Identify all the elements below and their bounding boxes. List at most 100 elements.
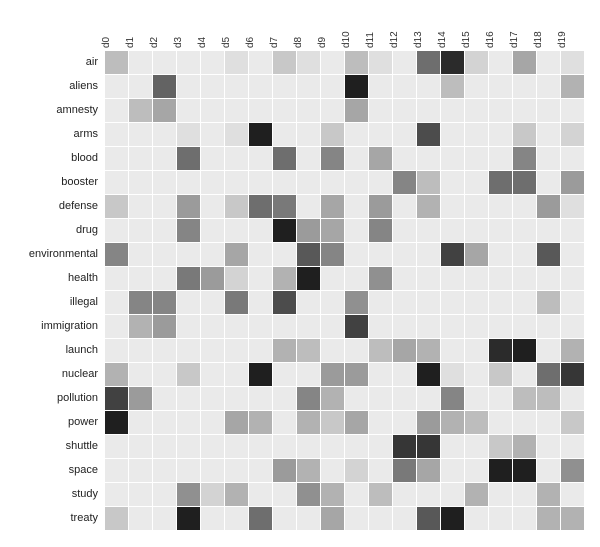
row-label: illegal	[10, 296, 104, 308]
column-label: d17	[509, 31, 520, 48]
heatmap-cell	[273, 363, 296, 386]
heatmap-cell	[153, 483, 176, 506]
heatmap-cell	[465, 171, 488, 194]
heatmap-cell	[441, 411, 464, 434]
heatmap-cell	[297, 147, 320, 170]
heatmap-cell	[273, 411, 296, 434]
heatmap-cell	[297, 387, 320, 410]
heatmap-row: defense	[10, 194, 590, 218]
heatmap-cell	[153, 75, 176, 98]
row-label: study	[10, 488, 104, 500]
heatmap-row: shuttle	[10, 434, 590, 458]
heatmap-row: power	[10, 410, 590, 434]
heatmap-cell	[513, 483, 536, 506]
heatmap-cell	[489, 315, 512, 338]
heatmap-cell	[129, 363, 152, 386]
heatmap-cell	[513, 195, 536, 218]
heatmap-cell	[489, 99, 512, 122]
heatmap-cell	[345, 243, 368, 266]
heatmap-cell	[465, 99, 488, 122]
heatmap-cell	[321, 147, 344, 170]
column-header: d19	[556, 10, 580, 50]
heatmap-cell	[513, 123, 536, 146]
heatmap-cell	[369, 435, 392, 458]
heatmap-cell	[465, 291, 488, 314]
heatmap-cell	[273, 507, 296, 530]
heatmap-cell	[465, 147, 488, 170]
heatmap-cell	[321, 51, 344, 74]
heatmap-cell	[273, 195, 296, 218]
heatmap-cell	[561, 243, 584, 266]
column-label: d9	[317, 37, 328, 48]
heatmap-cell	[153, 291, 176, 314]
column-label: d15	[461, 31, 472, 48]
heatmap-cell	[249, 411, 272, 434]
heatmap-cell	[201, 171, 224, 194]
heatmap-cell	[417, 171, 440, 194]
heatmap-cell	[441, 219, 464, 242]
heatmap-cell	[393, 195, 416, 218]
heatmap-cell	[417, 219, 440, 242]
heatmap-cell	[441, 315, 464, 338]
heatmap-cell	[177, 507, 200, 530]
heatmap-cell	[489, 195, 512, 218]
heatmap-cell	[129, 75, 152, 98]
column-label: d18	[533, 31, 544, 48]
heatmap-cell	[513, 507, 536, 530]
heatmap-cell	[513, 363, 536, 386]
heatmap-row: study	[10, 482, 590, 506]
heatmap-cell	[297, 363, 320, 386]
heatmap-cell	[105, 507, 128, 530]
heatmap-cell	[345, 75, 368, 98]
heatmap-row: pollution	[10, 386, 590, 410]
column-headers: d0d1d2d3d4d5d6d7d8d9d10d11d12d13d14d15d1…	[100, 10, 590, 50]
heatmap-cell	[273, 387, 296, 410]
heatmap-cell	[297, 99, 320, 122]
heatmap-cell	[153, 147, 176, 170]
heatmap-cell	[297, 219, 320, 242]
heatmap-cell	[297, 123, 320, 146]
heatmap-cell	[537, 123, 560, 146]
heatmap-cell	[321, 483, 344, 506]
heatmap-cell	[105, 147, 128, 170]
heatmap-cell	[321, 363, 344, 386]
heatmap-cell	[417, 315, 440, 338]
heatmap-cell	[297, 507, 320, 530]
heatmap-cell	[393, 123, 416, 146]
heatmap-cell	[105, 315, 128, 338]
heatmap-cell	[225, 171, 248, 194]
heatmap-cell	[441, 483, 464, 506]
heatmap-cell	[441, 195, 464, 218]
heatmap-cell	[537, 219, 560, 242]
heatmap-cell	[225, 507, 248, 530]
heatmap-cell	[345, 291, 368, 314]
heatmap-cell	[201, 147, 224, 170]
heatmap-cell	[321, 315, 344, 338]
heatmap-cell	[297, 171, 320, 194]
row-label: shuttle	[10, 440, 104, 452]
heatmap-cell	[369, 387, 392, 410]
heatmap-cell	[153, 219, 176, 242]
heatmap-cell	[489, 387, 512, 410]
heatmap-cell	[153, 411, 176, 434]
heatmap-cell	[129, 147, 152, 170]
heatmap-cell	[177, 291, 200, 314]
heatmap-cell	[177, 195, 200, 218]
heatmap-cell	[513, 147, 536, 170]
heatmap-cell	[513, 99, 536, 122]
heatmap-cell	[201, 435, 224, 458]
heatmap-cell	[465, 75, 488, 98]
heatmap-cell	[225, 51, 248, 74]
heatmap-cell	[153, 123, 176, 146]
heatmap-cell	[489, 507, 512, 530]
row-label: arms	[10, 128, 104, 140]
heatmap-cell	[465, 483, 488, 506]
heatmap-cell	[105, 123, 128, 146]
heatmap-cell	[273, 291, 296, 314]
heatmap-cell	[537, 315, 560, 338]
heatmap-cell	[177, 459, 200, 482]
heatmap-cell	[465, 435, 488, 458]
heatmap-cell	[393, 99, 416, 122]
heatmap-cell	[465, 339, 488, 362]
heatmap-row: air	[10, 50, 590, 74]
